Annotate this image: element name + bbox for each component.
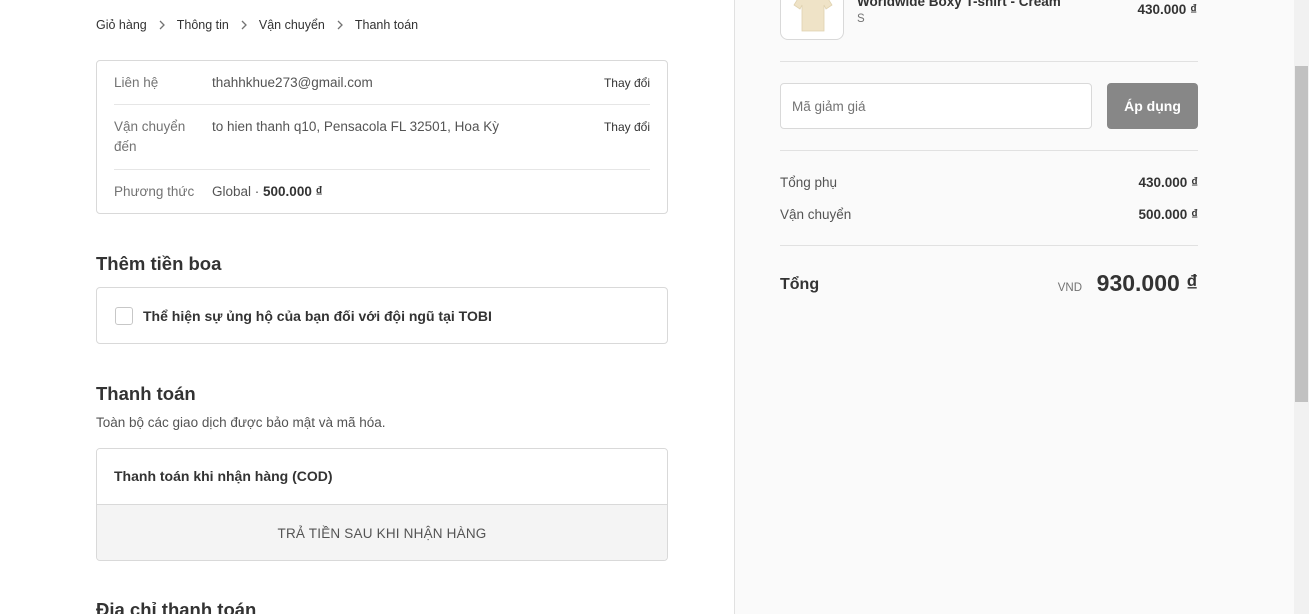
method-value: Global · 500.000 ₫ (212, 182, 512, 202)
billing-section-title: Địa chỉ thanh toán (96, 599, 257, 614)
ship-to-label-line1: Vận chuyển (114, 119, 186, 134)
total-currency: VND (1057, 282, 1082, 294)
payment-subtitle: Toàn bộ các giao dịch được bảo mật và mã… (96, 415, 386, 430)
divider (780, 150, 1198, 151)
chevron-right-icon (325, 17, 355, 33)
review-row-ship-to: Vận chuyển đến to hien thanh q10, Pensac… (114, 117, 650, 161)
total-value: 930.000 ₫ (1096, 270, 1198, 296)
ship-to-value: to hien thanh q10, Pensacola FL 32501, H… (212, 119, 499, 134)
review-row-contact: Liên hệ thahhkhue273@gmail.com Thay đổi (114, 73, 650, 95)
product-variant: S (857, 13, 865, 25)
scrollbar-thumb[interactable] (1295, 66, 1308, 402)
apply-discount-button[interactable]: Áp dụng (1107, 83, 1198, 129)
method-label: Phương thức (114, 184, 195, 199)
tshirt-icon (793, 0, 833, 32)
payment-method-note: TRẢ TIỀN SAU KHI NHẬN HÀNG (97, 505, 667, 560)
ship-to-label: Vận chuyển đến (114, 117, 204, 157)
chevron-right-icon (147, 17, 177, 33)
discount-code-input[interactable] (780, 83, 1092, 129)
contact-value: thahhkhue273@gmail.com (212, 75, 373, 90)
divider (114, 104, 650, 105)
ship-to-label-line2: đến (114, 139, 137, 154)
payment-method-box: Thanh toán khi nhận hàng (COD) TRẢ TIỀN … (96, 448, 668, 561)
payment-method-header[interactable]: Thanh toán khi nhận hàng (COD) (97, 449, 667, 505)
shipping-value: 500.000 ₫ (1138, 207, 1198, 222)
page-scrollbar[interactable] (1294, 0, 1309, 614)
product-price: 430.000 ₫ (1137, 2, 1197, 17)
tip-checkbox[interactable] (115, 307, 133, 325)
tip-box: Thể hiện sự ủng hộ của bạn đối với đội n… (96, 287, 668, 344)
payment-section-title: Thanh toán (96, 383, 196, 404)
divider (780, 61, 1198, 62)
review-block: Liên hệ thahhkhue273@gmail.com Thay đổi … (96, 60, 668, 214)
shipping-label: Vận chuyển (780, 207, 852, 222)
total-row: Tổng VND 930.000 ₫ (780, 270, 1198, 302)
checkout-main: Giỏ hàng Thông tin Vận chuyển Thanh toán… (0, 0, 734, 614)
method-price: 500.000 ₫ (263, 184, 323, 199)
breadcrumb-cart[interactable]: Giỏ hàng (96, 18, 147, 32)
subtotal-value: 430.000 ₫ (1138, 175, 1198, 190)
review-row-method: Phương thức Global · 500.000 ₫ (114, 182, 650, 204)
total-label: Tổng (780, 276, 820, 293)
payment-method-name: Thanh toán khi nhận hàng (COD) (114, 468, 333, 484)
breadcrumb-information[interactable]: Thông tin (177, 18, 229, 32)
order-summary: Worldwide Boxy T-shirt - Cream S 430.000… (734, 0, 1294, 614)
product-name: Worldwide Boxy T-shirt - Cream (857, 0, 1061, 9)
breadcrumb-payment: Thanh toán (354, 18, 419, 32)
breadcrumb: Giỏ hàng Thông tin Vận chuyển Thanh toán (96, 17, 418, 33)
change-contact-link[interactable]: Thay đổi (604, 73, 650, 93)
divider (114, 169, 650, 170)
tip-section-title: Thêm tiền boa (96, 253, 222, 274)
chevron-right-icon (229, 17, 259, 33)
product-thumbnail (780, 0, 844, 40)
change-ship-to-link[interactable]: Thay đổi (604, 117, 650, 137)
contact-label: Liên hệ (114, 75, 159, 90)
method-name: Global · (212, 184, 264, 199)
tip-checkbox-label[interactable]: Thể hiện sự ủng hộ của bạn đối với đội n… (143, 307, 492, 325)
breadcrumb-shipping[interactable]: Vận chuyển (259, 18, 325, 32)
divider (780, 245, 1198, 246)
subtotal-label: Tổng phụ (780, 175, 838, 190)
